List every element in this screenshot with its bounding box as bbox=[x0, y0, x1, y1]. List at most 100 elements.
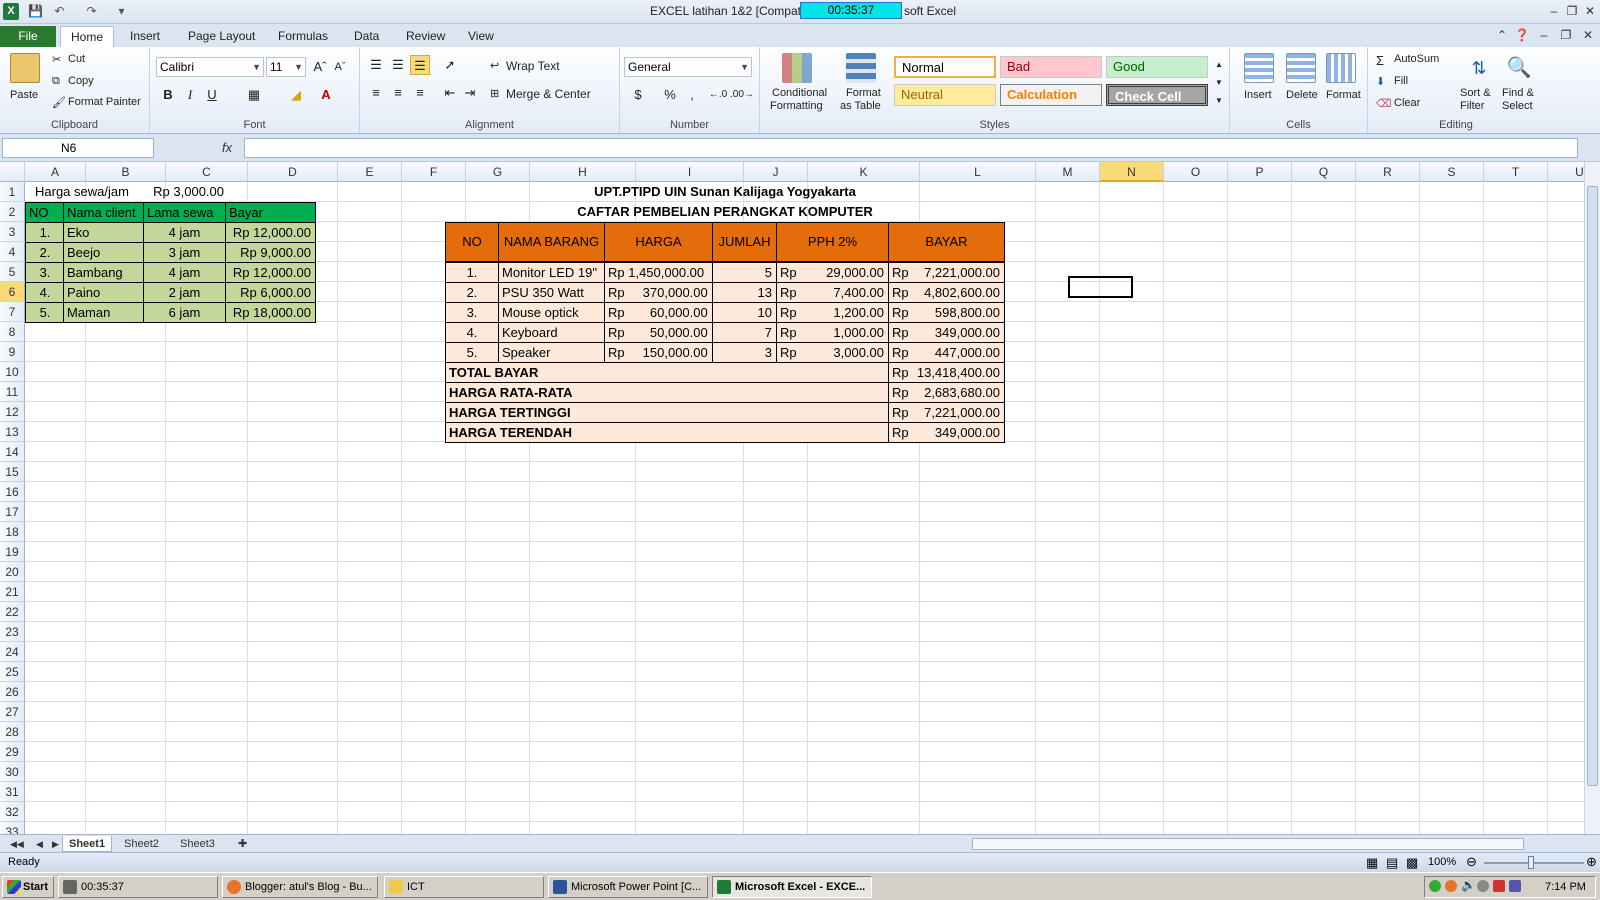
purchase-cell-price[interactable]: Rp 370,000.00 bbox=[604, 282, 713, 303]
row-header-7[interactable]: 7 bbox=[0, 302, 25, 322]
number-format-select[interactable]: General ▼ bbox=[624, 57, 752, 77]
format-painter-button[interactable]: Format Painter bbox=[68, 96, 141, 108]
format-as-table-button[interactable]: Format bbox=[846, 87, 881, 99]
tab-home[interactable]: Home bbox=[60, 26, 115, 47]
purchase-cell-price[interactable]: Rp 1,450,000.00 bbox=[604, 262, 713, 283]
column-header-s[interactable]: S bbox=[1420, 162, 1484, 182]
purchase-cell-price[interactable]: Rp 150,000.00 bbox=[604, 342, 713, 363]
purchase-cell-no[interactable]: 4. bbox=[445, 322, 499, 343]
merge-center-icon[interactable]: ⊞ bbox=[490, 87, 499, 100]
column-header-n[interactable]: N bbox=[1100, 162, 1164, 182]
column-header-g[interactable]: G bbox=[466, 162, 530, 182]
purchase-cell-name[interactable]: Monitor LED 19" bbox=[498, 262, 605, 283]
align-top-icon[interactable]: ☰ bbox=[366, 55, 386, 75]
doc-close-icon[interactable]: ✕ bbox=[1580, 27, 1596, 43]
sort-filter-icon[interactable]: ⇅ bbox=[1464, 53, 1494, 83]
comma-button[interactable]: , bbox=[682, 85, 702, 105]
purchase-cell-no[interactable]: 2. bbox=[445, 282, 499, 303]
first-sheet-icon[interactable]: ◀◀ bbox=[4, 836, 30, 852]
tray-clock[interactable]: 7:14 PM bbox=[1545, 881, 1586, 893]
cut-icon[interactable]: ✂ bbox=[52, 53, 61, 66]
sort-filter-button[interactable]: Sort & bbox=[1460, 87, 1491, 99]
formula-input[interactable] bbox=[244, 138, 1578, 158]
borders-icon[interactable]: ▦ bbox=[244, 85, 264, 105]
purchase-title-2[interactable]: CAFTAR PEMBELIAN PERANGKAT KOMPUTER bbox=[445, 202, 1005, 222]
row-header-16[interactable]: 16 bbox=[0, 482, 25, 502]
decrease-decimal-icon[interactable]: .00→ bbox=[730, 85, 754, 105]
taskbar-item-folder[interactable]: ICT bbox=[384, 876, 544, 898]
purchase-header-cell[interactable]: HARGA bbox=[604, 222, 713, 262]
column-header-p[interactable]: P bbox=[1228, 162, 1292, 182]
column-header-e[interactable]: E bbox=[338, 162, 402, 182]
row-header-5[interactable]: 5 bbox=[0, 262, 25, 282]
row-header-12[interactable]: 12 bbox=[0, 402, 25, 422]
column-header-f[interactable]: F bbox=[402, 162, 466, 182]
summary-label[interactable]: HARGA TERENDAH bbox=[445, 422, 889, 443]
purchase-cell-qty[interactable]: 5 bbox=[712, 262, 777, 283]
horizontal-scrollbar[interactable] bbox=[972, 838, 1524, 850]
row-header-28[interactable]: 28 bbox=[0, 722, 25, 742]
align-center-icon[interactable]: ≡ bbox=[388, 83, 408, 103]
column-header-t[interactable]: T bbox=[1484, 162, 1548, 182]
wrap-text-button[interactable]: Wrap Text bbox=[506, 59, 560, 73]
save-icon[interactable]: 💾 bbox=[28, 4, 43, 19]
rent-table-cell[interactable]: Paino bbox=[63, 282, 144, 303]
rent-table-cell[interactable]: Rp 12,000.00 bbox=[225, 222, 316, 243]
rent-table-cell[interactable]: 5. bbox=[25, 302, 65, 323]
purchase-cell-name[interactable]: Speaker bbox=[498, 342, 605, 363]
tab-insert[interactable]: Insert bbox=[120, 26, 170, 47]
column-header-m[interactable]: M bbox=[1036, 162, 1100, 182]
taskbar-item-powerpoint[interactable]: Microsoft Power Point [C... bbox=[548, 876, 708, 898]
purchase-cell-price[interactable]: Rp 50,000.00 bbox=[604, 322, 713, 343]
rate-label[interactable]: Harga sewa/jam bbox=[32, 182, 144, 202]
purchase-cell-name[interactable]: Keyboard bbox=[498, 322, 605, 343]
row-header-14[interactable]: 14 bbox=[0, 442, 25, 462]
tab-view[interactable]: View bbox=[458, 26, 504, 47]
row-header-9[interactable]: 9 bbox=[0, 342, 25, 362]
tray-alert-icon[interactable] bbox=[1493, 880, 1505, 892]
column-header-k[interactable]: K bbox=[808, 162, 920, 182]
percent-button[interactable]: % bbox=[660, 85, 680, 105]
insert-cells-icon[interactable] bbox=[1244, 53, 1274, 83]
tray-bluetooth-icon[interactable] bbox=[1509, 880, 1521, 892]
zoom-slider[interactable] bbox=[1484, 862, 1584, 864]
redo-icon[interactable]: ↷ bbox=[84, 4, 99, 19]
tab-data[interactable]: Data bbox=[344, 26, 389, 47]
row-header-25[interactable]: 25 bbox=[0, 662, 25, 682]
row-header-24[interactable]: 24 bbox=[0, 642, 25, 662]
row-header-2[interactable]: 2 bbox=[0, 202, 25, 222]
column-header-b[interactable]: B bbox=[86, 162, 166, 182]
rent-table-cell[interactable]: 4 jam bbox=[143, 222, 226, 243]
find-select-button-line2[interactable]: Select bbox=[1502, 100, 1533, 112]
row-header-17[interactable]: 17 bbox=[0, 502, 25, 522]
tab-file[interactable]: File bbox=[0, 26, 56, 47]
paste-button[interactable]: Paste bbox=[10, 89, 38, 101]
purchase-header-cell[interactable]: BAYAR bbox=[888, 222, 1005, 262]
bold-button[interactable]: B bbox=[158, 85, 178, 105]
row-header-6[interactable]: 6 bbox=[0, 282, 25, 302]
wrap-text-icon[interactable]: ↩ bbox=[490, 59, 499, 72]
align-left-icon[interactable]: ≡ bbox=[366, 83, 386, 103]
purchase-cell-price[interactable]: Rp 60,000.00 bbox=[604, 302, 713, 323]
italic-button[interactable]: I bbox=[180, 85, 200, 105]
purchase-cell-pay-value[interactable]: 349,000.00 bbox=[914, 323, 1004, 342]
row-header-3[interactable]: 3 bbox=[0, 222, 25, 242]
purchase-header-cell[interactable]: PPH 2% bbox=[776, 222, 889, 262]
format-cells-icon[interactable] bbox=[1326, 53, 1356, 83]
rent-table-cell[interactable]: Bambang bbox=[63, 262, 144, 283]
purchase-cell-pay-value[interactable]: 7,221,000.00 bbox=[914, 263, 1004, 282]
purchase-cell-pph-value[interactable]: 3,000.00 bbox=[806, 343, 888, 362]
rent-table-cell[interactable]: Rp 6,000.00 bbox=[225, 282, 316, 303]
style-normal[interactable]: Normal bbox=[894, 56, 996, 78]
summary-value[interactable]: 2,683,680.00 bbox=[906, 383, 1004, 402]
style-check-cell[interactable]: Check Cell bbox=[1106, 84, 1208, 106]
clear-button[interactable]: Clear bbox=[1394, 97, 1420, 109]
orientation-icon[interactable]: ➚ bbox=[440, 55, 460, 75]
find-select-button[interactable]: Find & bbox=[1502, 87, 1534, 99]
doc-restore-icon[interactable]: ❐ bbox=[1558, 27, 1574, 43]
rent-header-cell[interactable]: Bayar bbox=[225, 202, 316, 223]
column-header-d[interactable]: D bbox=[248, 162, 338, 182]
summary-label[interactable]: TOTAL BAYAR bbox=[445, 362, 889, 383]
fill-color-icon[interactable]: ◢ bbox=[286, 85, 306, 105]
insert-sheet-icon[interactable]: ✚ bbox=[232, 836, 253, 852]
